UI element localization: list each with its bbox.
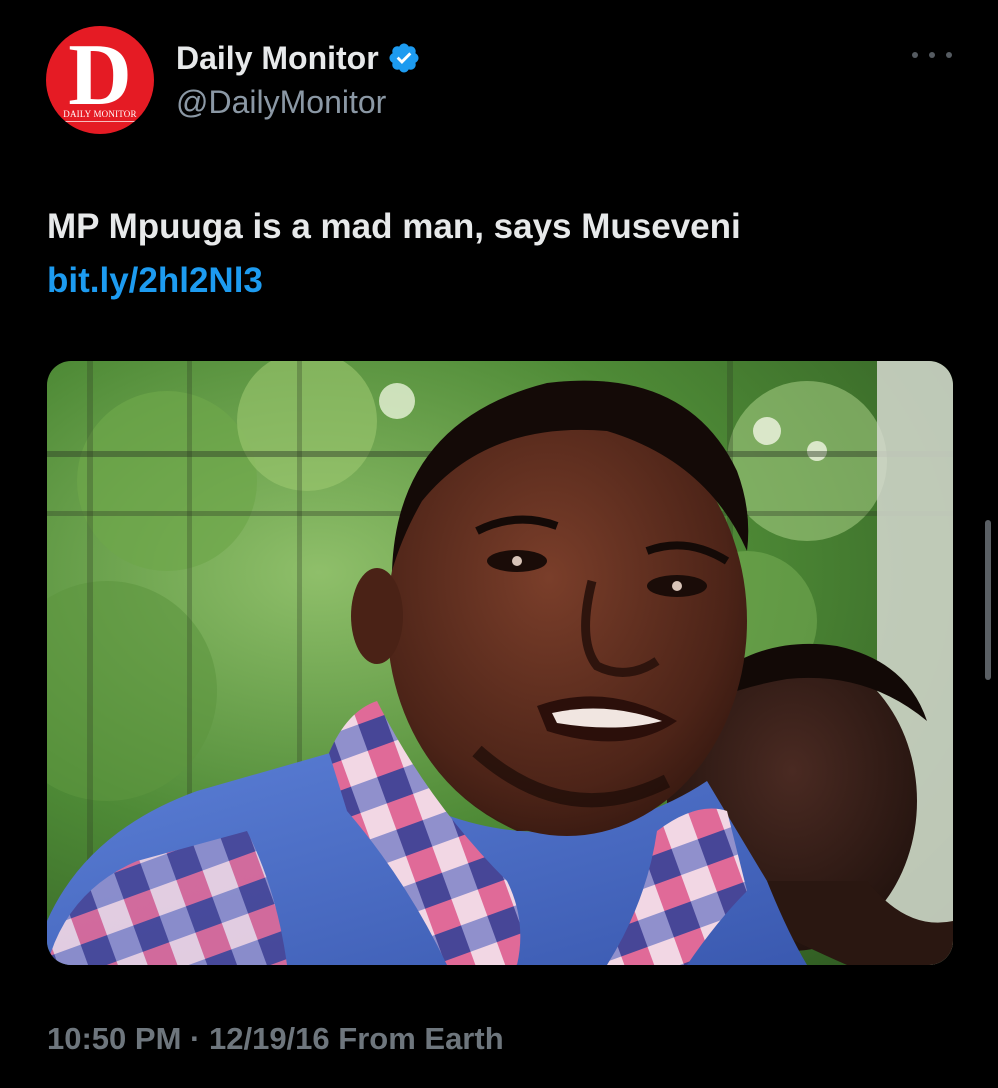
tweet-photo[interactable]	[47, 361, 953, 965]
avatar[interactable]: D DAILY MONITOR	[46, 26, 154, 134]
tweet-source: From Earth	[338, 1021, 504, 1056]
meta-separator: ·	[190, 1021, 201, 1056]
tweet-timestamp: 10:50 PM · 12/19/16 From Earth	[47, 1021, 504, 1057]
more-dot	[946, 52, 952, 58]
tweet-time[interactable]: 10:50 PM	[47, 1021, 181, 1056]
display-name[interactable]: Daily Monitor	[176, 40, 379, 77]
avatar-divider	[60, 121, 140, 122]
avatar-wordmark: DAILY MONITOR	[63, 109, 137, 119]
avatar-letter: D	[68, 27, 132, 124]
scrollbar[interactable]	[985, 520, 991, 680]
tweet-card: D DAILY MONITOR Daily Monitor @DailyMoni…	[0, 0, 998, 1088]
more-options-icon[interactable]	[912, 40, 952, 70]
user-handle[interactable]: @DailyMonitor	[176, 84, 386, 121]
more-dot	[912, 52, 918, 58]
more-dot	[929, 52, 935, 58]
tweet-link[interactable]: bit.ly/2hl2Nl3	[47, 254, 947, 308]
verified-badge-icon	[389, 43, 419, 73]
photo-illustration	[47, 361, 953, 965]
tweet-date[interactable]: 12/19/16	[209, 1021, 330, 1056]
tweet-headline: MP Mpuuga is a mad man, says Museveni	[47, 207, 741, 246]
author-name-row[interactable]: Daily Monitor	[176, 36, 421, 80]
tweet-text: MP Mpuuga is a mad man, says Museveni bi…	[47, 200, 947, 308]
